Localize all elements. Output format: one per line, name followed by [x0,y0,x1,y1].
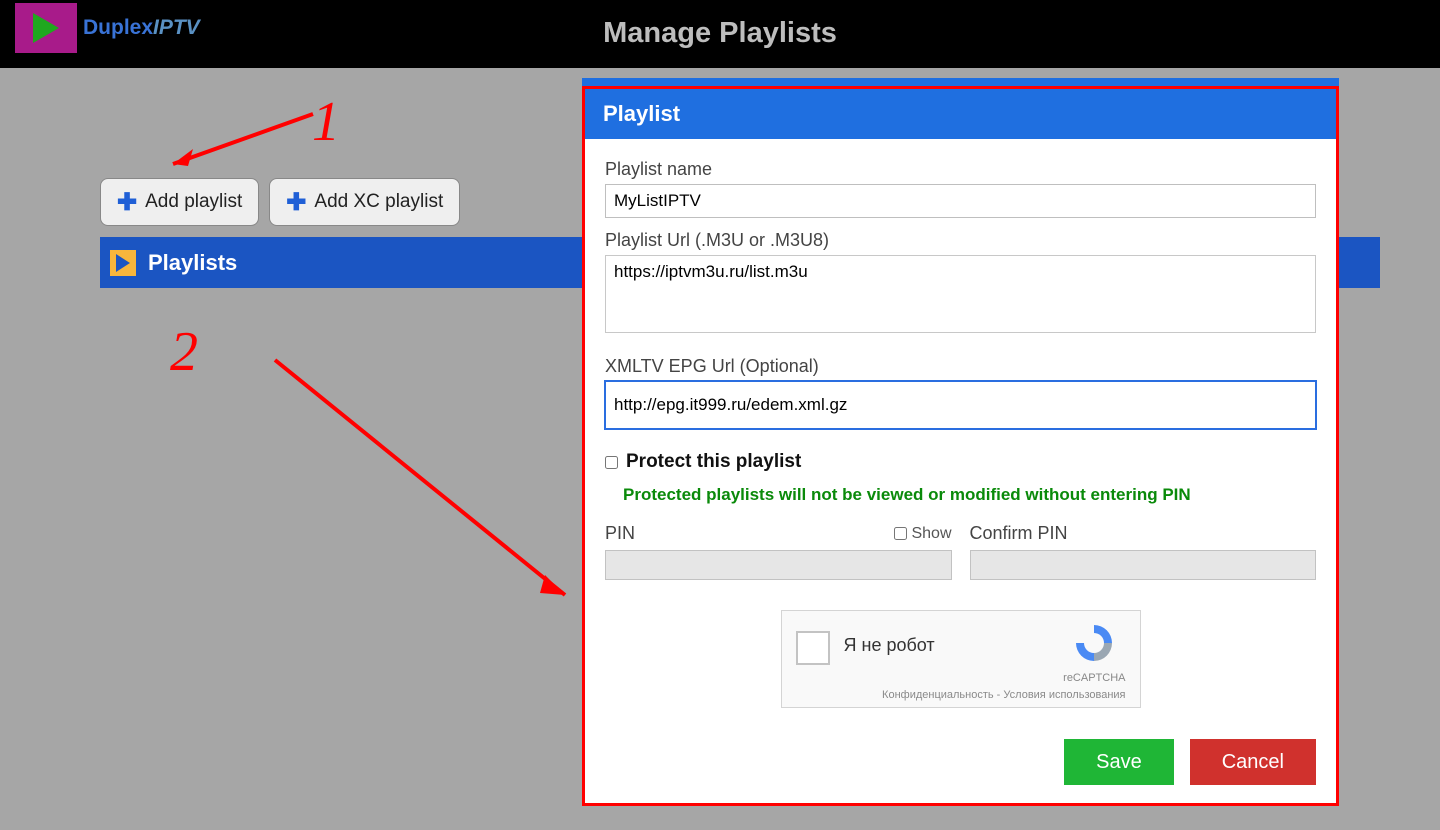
show-pin-checkbox[interactable] [894,527,907,540]
playlist-icon [110,250,136,276]
playlist-modal: Playlist Playlist name Playlist Url (.M3… [582,86,1339,806]
annotation-arrow-2 [265,350,585,610]
recaptcha-widget[interactable]: Я не робот reCAPTCHA Конфиденциальность … [781,610,1141,708]
protect-hint-text: Protected playlists will not be viewed o… [623,485,1316,505]
confirm-pin-input[interactable] [970,550,1317,580]
plus-icon: ✚ [117,188,137,217]
protect-playlist-checkbox[interactable] [605,456,618,469]
annotation-number-1: 1 [312,90,340,154]
top-bar: DuplexIPTV Manage Playlists [0,0,1440,68]
play-icon [15,3,77,53]
recaptcha-footer: Конфиденциальность - Условия использован… [882,689,1125,701]
annotation-arrow-1 [158,104,338,184]
recaptcha-logo: reCAPTCHA [1063,621,1125,684]
confirm-pin-label: Confirm PIN [970,523,1317,544]
add-xc-playlist-button[interactable]: ✚ Add XC playlist [269,178,460,226]
save-button[interactable]: Save [1064,739,1174,785]
add-xc-playlist-label: Add XC playlist [314,191,443,213]
plus-icon: ✚ [286,188,306,217]
playlist-url-input[interactable]: https://iptvm3u.ru/list.m3u [605,255,1316,333]
modal-title: Playlist [585,89,1336,139]
recaptcha-checkbox[interactable] [796,631,830,665]
add-playlist-button[interactable]: ✚ Add playlist [100,178,259,226]
pin-label: PIN [605,523,635,544]
playlist-name-input[interactable] [605,184,1316,218]
brand-text: DuplexIPTV [83,16,200,40]
show-pin-label: Show [911,525,951,543]
epg-url-input[interactable] [605,381,1316,429]
playlist-url-label: Playlist Url (.M3U or .M3U8) [605,230,1316,251]
playlists-label: Playlists [148,250,237,276]
page-title: Manage Playlists [603,17,837,50]
epg-url-label: XMLTV EPG Url (Optional) [605,356,1316,377]
recaptcha-brand: reCAPTCHA [1063,672,1125,684]
add-playlist-label: Add playlist [145,191,242,213]
brand-logo[interactable]: DuplexIPTV [15,3,200,53]
modal-body: Playlist name Playlist Url (.M3U or .M3U… [585,139,1336,722]
cancel-button[interactable]: Cancel [1190,739,1316,785]
playlist-name-label: Playlist name [605,159,1316,180]
protect-playlist-label: Protect this playlist [626,451,801,473]
annotation-number-2: 2 [170,320,198,384]
pin-input[interactable] [605,550,952,580]
modal-footer: Save Cancel [1064,739,1316,785]
recaptcha-text: Я не робот [844,635,935,656]
playlist-actions: ✚ Add playlist ✚ Add XC playlist [100,178,460,226]
